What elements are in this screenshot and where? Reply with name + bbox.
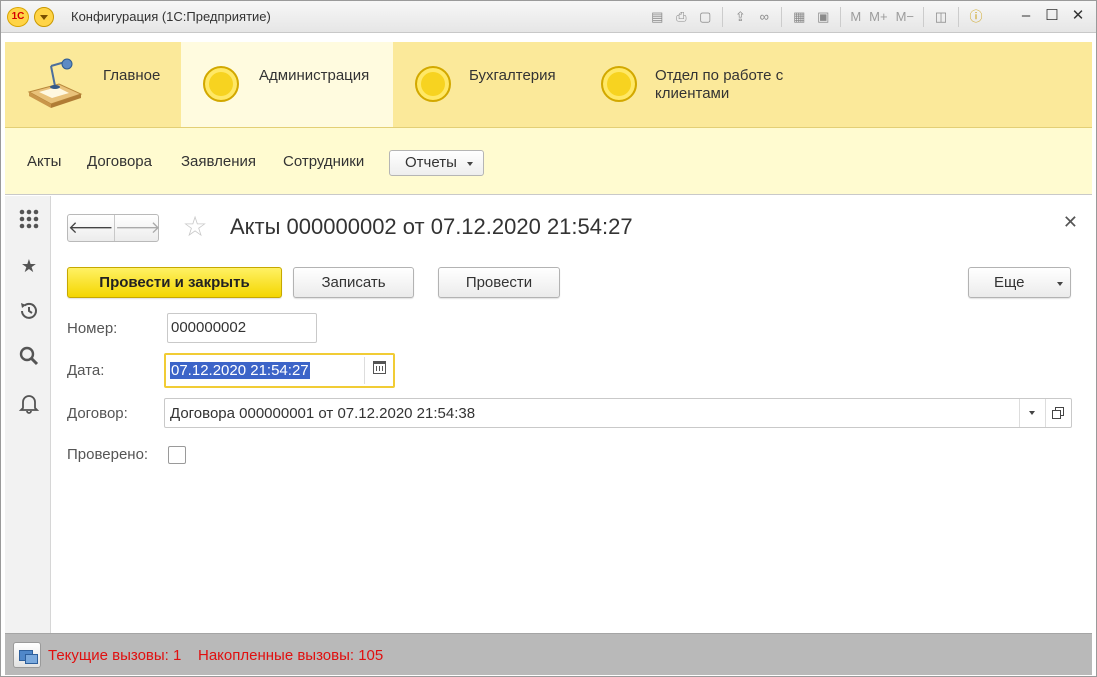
contract-field[interactable]: Договора 000000001 от 07.12.2020 21:54:3… (164, 398, 1072, 428)
link-icon[interactable]: ∞ (754, 7, 774, 27)
number-field[interactable]: 000000002 (167, 313, 317, 343)
number-label: Номер: (67, 320, 118, 337)
sections-panel: Главное Администрация Бухгалтерия Отдел … (5, 42, 1092, 128)
status-bar: Текущие вызовы: 1 Накопленные вызовы: 10… (5, 633, 1092, 675)
history-svg (21, 302, 37, 319)
contract-dropdown-icon[interactable] (1019, 399, 1045, 427)
calendar-icon[interactable]: ▣ (813, 7, 833, 27)
memory-button[interactable]: M (848, 7, 863, 27)
search-svg (19, 346, 39, 366)
close-window-button[interactable]: ✕ (1066, 5, 1090, 27)
date-field[interactable]: 07.12.2020 21:54:27 (164, 353, 395, 388)
form-title: Акты 000000002 от 07.12.2020 21:54:27 (230, 214, 633, 239)
reports-dropdown[interactable]: Отчеты (389, 150, 484, 176)
date-label: Дата: (67, 362, 105, 379)
accumulated-calls-text: Накопленные вызовы: 105 (198, 647, 384, 664)
history-icon[interactable] (17, 300, 41, 324)
calculator-icon[interactable]: ▦ (789, 7, 809, 27)
nav-link-employees[interactable]: Сотрудники (283, 153, 364, 170)
nav-link-acts[interactable]: Акты (27, 153, 61, 170)
contract-field-value[interactable]: Договора 000000001 от 07.12.2020 21:54:3… (170, 405, 475, 422)
desk-lamp-icon (27, 58, 83, 108)
section-label-administration: Администрация (259, 67, 370, 84)
1c-logo-icon: 1С (7, 7, 29, 27)
forward-arrow-icon[interactable]: 🡒 (114, 215, 161, 241)
apps-grid-icon[interactable] (17, 208, 41, 232)
get-link-icon[interactable]: ⇪ (730, 7, 750, 27)
apps-grid-svg (19, 209, 39, 229)
search-icon[interactable] (17, 345, 41, 369)
close-form-icon[interactable]: ✕ (1063, 212, 1078, 233)
title-toolbar: ▤ ⎙ ▢ ⇪ ∞ ▦ ▣ M M+ M− ◫ ⓘ (647, 7, 986, 27)
favorites-star-icon[interactable]: ★ (17, 254, 41, 278)
document-form: 🡐 🡒 ☆ Акты 000000002 от 07.12.2020 21:54… (52, 196, 1092, 633)
section-accounting[interactable]: Бухгалтерия (393, 42, 593, 127)
minimize-button[interactable]: – (1014, 5, 1038, 27)
toolbar-divider (923, 7, 924, 27)
function-panel: Акты Договора Заявления Сотрудники Отчет… (5, 128, 1092, 195)
toolbar-divider (840, 7, 842, 27)
app-window: 1С Конфигурация (1С:Предприятие) ▤ ⎙ ▢ ⇪… (0, 0, 1097, 677)
notifications-bell-icon[interactable] (17, 392, 41, 416)
post-and-close-button[interactable]: Провести и закрыть (67, 267, 282, 298)
nav-link-applications[interactable]: Заявления (181, 153, 256, 170)
toolbar-divider (781, 7, 783, 27)
section-circle-icon (203, 66, 239, 102)
section-label-main: Главное (103, 67, 161, 84)
checked-checkbox[interactable] (168, 446, 186, 464)
left-toolbar: ★ (5, 196, 51, 633)
toolbar-divider (722, 7, 724, 27)
section-circle-icon (415, 66, 451, 102)
section-client-department[interactable]: Отдел по работе с клиентами (593, 42, 813, 127)
server-calls-icon[interactable] (13, 642, 41, 668)
contract-label: Договор: (67, 405, 128, 422)
section-circle-icon (601, 66, 637, 102)
open-contract-icon[interactable] (1045, 399, 1071, 427)
back-arrow-icon[interactable]: 🡐 (68, 215, 114, 241)
main-menu-button[interactable] (34, 7, 54, 27)
section-label-client-department: Отдел по работе с клиентами (655, 67, 784, 102)
toolbar-divider (958, 7, 959, 27)
window-title: Конфигурация (1С:Предприятие) (71, 9, 271, 24)
post-button[interactable]: Провести (438, 267, 560, 298)
date-field-value[interactable]: 07.12.2020 21:54:27 (170, 362, 310, 379)
print-icon[interactable]: ⎙ (671, 7, 691, 27)
print-preview-icon[interactable]: ▢ (695, 7, 715, 27)
more-actions-button[interactable]: Еще (968, 267, 1071, 298)
memory-add-button[interactable]: M+ (867, 7, 889, 27)
section-label-accounting: Бухгалтерия (469, 67, 556, 84)
calendar-picker-icon[interactable] (373, 361, 386, 374)
memory-subtract-button[interactable]: M− (894, 7, 916, 27)
section-administration[interactable]: Администрация (181, 42, 393, 127)
title-bar: 1С Конфигурация (1С:Предприятие) ▤ ⎙ ▢ ⇪… (1, 1, 1096, 33)
navigation-buttons: 🡐 🡒 (67, 214, 161, 242)
info-icon[interactable]: ⓘ (966, 7, 986, 27)
add-to-favorites-star-icon[interactable]: ☆ (180, 212, 210, 242)
maximize-button[interactable]: ☐ (1040, 5, 1064, 27)
bell-svg (18, 395, 40, 414)
section-main[interactable]: Главное (5, 42, 181, 127)
panel-layout-icon[interactable]: ◫ (931, 7, 951, 27)
save-button[interactable]: Записать (293, 267, 414, 298)
current-calls-text: Текущие вызовы: 1 (48, 647, 182, 664)
checked-label: Проверено: (67, 446, 149, 463)
save-icon[interactable]: ▤ (647, 7, 667, 27)
nav-link-contracts[interactable]: Договора (87, 153, 152, 170)
date-field-divider (364, 357, 365, 384)
